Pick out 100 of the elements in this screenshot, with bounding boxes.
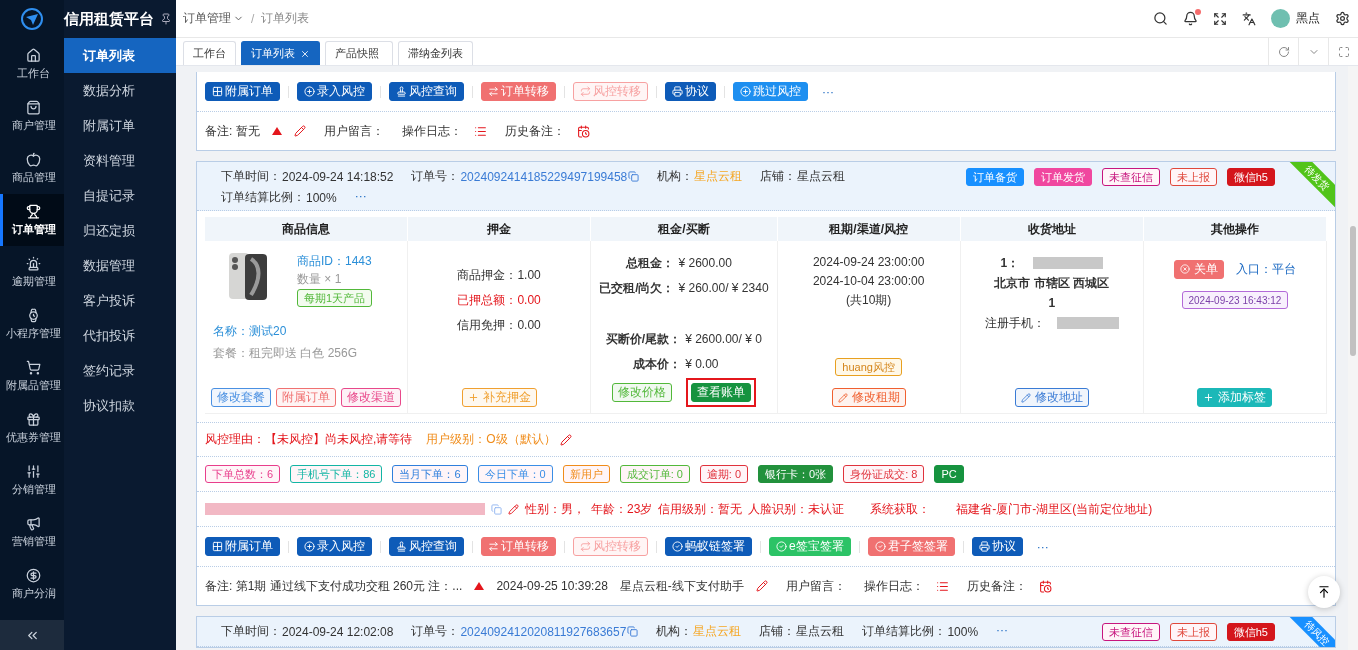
printer-icon <box>978 541 990 552</box>
list-icon[interactable] <box>935 579 949 593</box>
submenu-item[interactable]: 资料管理 <box>64 143 176 178</box>
nav-item[interactable]: 小程序管理 <box>0 298 64 350</box>
nav-item[interactable]: 优惠券管理 <box>0 402 64 454</box>
status-tag: 未上报 <box>1169 168 1217 186</box>
action-button[interactable]: 协议 <box>665 82 716 101</box>
settings-icon[interactable] <box>1335 11 1350 26</box>
bell-icon[interactable] <box>1183 11 1198 26</box>
user-info-text: 系统获取： <box>870 500 931 518</box>
fullscreen-icon[interactable] <box>1213 11 1227 26</box>
column-header: 租期/渠道/风控 <box>777 217 961 241</box>
refresh-icon <box>1277 45 1290 58</box>
remark-text: 备注: 第1期 通过线下支付成功交租 260元 注：... <box>205 577 463 595</box>
rent-label: 总租金： <box>624 255 675 272</box>
action-button[interactable]: 附属订单 <box>205 82 280 101</box>
action-button[interactable]: 蚂蚁链签署 <box>665 537 752 556</box>
nav-item[interactable]: 营销管理 <box>0 506 64 558</box>
time-tag: 2024-09-23 16:43:12 <box>1181 291 1289 309</box>
breadcrumb-item: 订单列表 <box>261 10 310 27</box>
apple-icon <box>26 151 41 167</box>
nav-item[interactable]: 工作台 <box>0 38 64 90</box>
entry-text: 入口：平台 <box>1235 261 1296 278</box>
nav-item[interactable]: 商户管理 <box>0 90 64 142</box>
product-quantity: 数量 × 1 <box>297 271 342 287</box>
printer-icon <box>672 86 683 97</box>
caret-up-icon[interactable] <box>474 582 485 590</box>
close-icon[interactable] <box>300 48 310 59</box>
action-button[interactable]: 附属订单 <box>205 537 280 556</box>
deposit-value: 0.00 <box>517 292 541 309</box>
calendar-icon[interactable] <box>1038 579 1052 593</box>
alarm-light-icon <box>26 255 41 271</box>
calendar-icon[interactable] <box>576 124 590 138</box>
copy-icon[interactable] <box>628 171 640 182</box>
product-button[interactable]: 修改渠道 <box>341 388 401 407</box>
action-button[interactable]: 风控查询 <box>389 82 464 101</box>
risk-reason: 风控理由：【未风控】尚未风控,请等待 <box>205 431 413 448</box>
action-button[interactable]: 录入风控 <box>297 537 372 556</box>
submenu-item[interactable]: 数据分析 <box>64 73 176 108</box>
more-link[interactable]: ··· <box>816 84 840 99</box>
more-link[interactable]: ··· <box>1030 539 1055 554</box>
caret-up-icon[interactable] <box>271 127 282 135</box>
action-button[interactable]: 跳过风控 <box>733 82 808 101</box>
address-label: 1： <box>1000 255 1020 272</box>
more-link[interactable]: ··· <box>996 623 1009 640</box>
edit-icon[interactable] <box>755 580 768 592</box>
submenu-item[interactable]: 归还定损 <box>64 213 176 248</box>
nav-item[interactable]: 商户分润 <box>0 558 64 610</box>
copy-icon[interactable] <box>627 626 639 637</box>
pencil-icon <box>1020 392 1031 403</box>
nav-item[interactable]: 逾期管理 <box>0 246 64 298</box>
tab[interactable]: 订单列表 <box>241 41 320 65</box>
remark-label: 历史备注： <box>504 122 565 140</box>
action-button[interactable]: 协议 <box>971 537 1023 556</box>
submenu-item[interactable]: 数据管理 <box>64 248 176 283</box>
more-link[interactable]: ··· <box>354 189 367 206</box>
edit-icon[interactable] <box>293 125 306 137</box>
redacted-block <box>1056 317 1119 329</box>
breadcrumb-item[interactable]: 订单管理 <box>183 10 244 27</box>
view-bill-button[interactable]: 查看账单 <box>690 383 751 402</box>
order-field: 订单结算比例：100% <box>221 189 337 206</box>
nav-item[interactable]: 订单管理 <box>0 194 64 246</box>
submenu-item[interactable]: 订单列表 <box>64 38 176 73</box>
edit-icon[interactable] <box>559 433 572 446</box>
nav-item[interactable]: 商品管理 <box>0 142 64 194</box>
nav-item[interactable]: 附属品管理 <box>0 350 64 402</box>
translate-icon[interactable] <box>1242 11 1256 26</box>
action-button[interactable]: 录入风控 <box>297 82 372 101</box>
submenu-item[interactable]: 代扣投诉 <box>64 318 176 353</box>
edit-icon[interactable] <box>508 503 519 515</box>
tab[interactable]: 产品快照 <box>325 41 393 65</box>
term-periods: (共10期) <box>845 292 892 309</box>
submenu-item[interactable]: 协议扣款 <box>64 388 176 423</box>
grid-icon <box>212 541 223 552</box>
remark-text: 备注: 暂无 <box>205 122 260 140</box>
submenu-item[interactable]: 自提记录 <box>64 178 176 213</box>
pin-icon[interactable] <box>160 13 172 25</box>
user-name[interactable]: 黑点 <box>1296 10 1320 27</box>
nav-item[interactable]: 分销管理 <box>0 454 64 506</box>
megaphone-icon <box>26 515 41 531</box>
tab[interactable]: 工作台 <box>183 41 236 65</box>
submenu-item[interactable]: 签约记录 <box>64 353 176 388</box>
submenu-item[interactable]: 客户投诉 <box>64 283 176 318</box>
search-icon[interactable] <box>1153 11 1168 26</box>
gift-icon <box>26 411 41 427</box>
user-info-text: 信用级别：暂无 <box>658 500 743 518</box>
product-package: 套餐：租完即送 白色 256G <box>212 345 359 362</box>
submenu-item[interactable]: 附属订单 <box>64 108 176 143</box>
remark-label: 操作日志： <box>401 122 462 140</box>
repeat-icon <box>580 541 591 552</box>
stat-tag: 身份证成交: 8 <box>843 465 925 483</box>
edit-address-button[interactable]: 修改地址 <box>1014 388 1089 407</box>
deposit-label: 已押总额： <box>457 292 518 309</box>
scrollbar[interactable] <box>1348 66 1358 650</box>
status-tag: 未查征信 <box>1101 623 1160 641</box>
tab[interactable]: 滞纳金列表 <box>398 41 473 65</box>
stat-tag: 下单总数：6 <box>205 465 281 483</box>
list-icon[interactable] <box>473 124 487 138</box>
action-button[interactable]: 风控查询 <box>389 537 464 556</box>
grid-icon <box>212 86 223 97</box>
